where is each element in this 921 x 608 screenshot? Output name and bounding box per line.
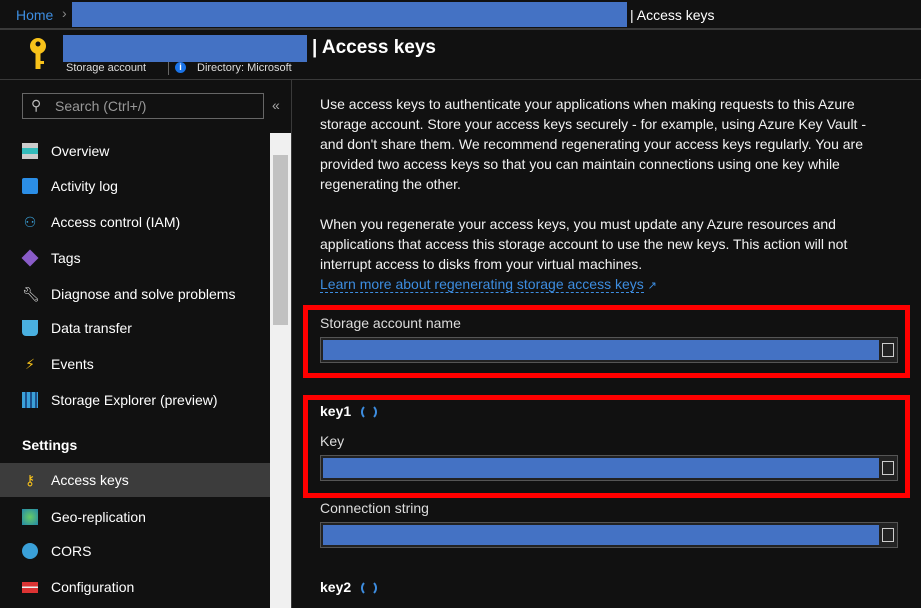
breadcrumb-current: | Access keys bbox=[630, 7, 715, 23]
storage-explorer-icon bbox=[22, 392, 38, 408]
search-placeholder: Search (Ctrl+/) bbox=[55, 98, 147, 114]
sidebar-item-label: Diagnose and solve problems bbox=[51, 286, 236, 302]
breadcrumb-bar: Home › | Access keys bbox=[0, 0, 921, 30]
connection-string-label: Connection string bbox=[320, 500, 429, 516]
redacted-value bbox=[323, 458, 879, 478]
key2-heading: key2 bbox=[320, 579, 378, 597]
divider bbox=[168, 62, 169, 75]
regenerate-key2-icon[interactable] bbox=[361, 580, 378, 597]
key1-heading: key1 bbox=[320, 403, 378, 421]
sidebar-item-label: Configuration bbox=[51, 579, 135, 595]
redacted-value bbox=[323, 525, 879, 545]
sidebar-item-diagnose[interactable]: 🔧︎ Diagnose and solve problems bbox=[0, 277, 270, 311]
wrench-icon: 🔧︎ bbox=[22, 286, 40, 302]
sidebar-item-label: CORS bbox=[51, 543, 92, 559]
storage-account-name-field[interactable] bbox=[320, 337, 898, 363]
description-paragraph: When you regenerate your access keys, yo… bbox=[320, 216, 848, 272]
search-icon: ⚲ bbox=[31, 97, 42, 113]
copy-icon[interactable] bbox=[882, 528, 894, 542]
sidebar-item-label: Data transfer bbox=[51, 320, 132, 336]
scrollbar-thumb[interactable] bbox=[273, 155, 288, 325]
sidebar-item-access-control[interactable]: ⚇ Access control (IAM) bbox=[0, 205, 270, 239]
page-title: | Access keys bbox=[312, 37, 436, 58]
resource-type: Storage account bbox=[66, 62, 147, 74]
copy-icon[interactable] bbox=[882, 461, 894, 475]
globe-icon bbox=[22, 509, 38, 525]
overview-icon bbox=[22, 143, 38, 159]
storage-account-name-label: Storage account name bbox=[320, 315, 461, 331]
collapse-sidebar-button[interactable]: « bbox=[272, 97, 280, 113]
redacted-account-name bbox=[63, 35, 307, 62]
connection-string-field[interactable] bbox=[320, 522, 898, 548]
key1-label: key1 bbox=[320, 403, 352, 419]
configuration-icon bbox=[22, 581, 38, 593]
sidebar-item-label: Activity log bbox=[51, 178, 118, 194]
sidebar-item-label: Access control (IAM) bbox=[51, 214, 181, 230]
regenerate-key1-icon[interactable] bbox=[361, 404, 378, 421]
highlight-box bbox=[303, 395, 910, 498]
key2-label: key2 bbox=[320, 579, 352, 595]
divider bbox=[291, 80, 292, 608]
directory: Directory: Microsoft bbox=[197, 62, 292, 74]
sidebar-item-cors[interactable]: CORS bbox=[0, 534, 270, 568]
lightning-icon: ⚡︎ bbox=[25, 356, 35, 372]
sidebar-item-label: Events bbox=[51, 356, 94, 372]
sidebar-item-data-transfer[interactable]: Data transfer bbox=[0, 311, 270, 345]
sidebar-item-overview[interactable]: Overview bbox=[0, 134, 270, 168]
sidebar-item-access-keys[interactable]: ⚷ Access keys bbox=[0, 463, 270, 497]
key-icon bbox=[30, 38, 46, 69]
sidebar-item-events[interactable]: ⚡︎ Events bbox=[0, 347, 270, 381]
divider bbox=[0, 79, 921, 80]
redacted-value bbox=[323, 340, 879, 360]
breadcrumb-chevron-icon: › bbox=[62, 5, 67, 21]
search-input[interactable]: ⚲ Search (Ctrl+/) bbox=[22, 93, 264, 119]
sidebar-item-geo-replication[interactable]: Geo-replication bbox=[0, 500, 270, 534]
info-icon[interactable]: i bbox=[175, 62, 186, 73]
description-paragraph: Use access keys to authenticate your app… bbox=[320, 96, 866, 192]
sidebar-item-label: Overview bbox=[51, 143, 110, 159]
activity-log-icon bbox=[22, 178, 38, 194]
sidebar-item-tags[interactable]: Tags bbox=[0, 241, 270, 275]
sidebar-item-storage-explorer[interactable]: Storage Explorer (preview) bbox=[0, 383, 270, 417]
key-icon: ⚷ bbox=[24, 472, 36, 488]
sidebar-item-label: Geo-replication bbox=[51, 509, 146, 525]
sidebar-item-configuration[interactable]: Configuration bbox=[0, 570, 270, 604]
key1-field[interactable] bbox=[320, 455, 898, 481]
data-transfer-icon bbox=[22, 320, 38, 336]
sidebar-item-label: Tags bbox=[51, 250, 81, 266]
breadcrumb-home[interactable]: Home bbox=[16, 7, 53, 23]
people-icon: ⚇ bbox=[23, 214, 37, 230]
sidebar-item-label: Access keys bbox=[51, 472, 129, 488]
copy-icon[interactable] bbox=[882, 343, 894, 357]
sidebar-item-label: Storage Explorer (preview) bbox=[51, 392, 218, 408]
section-settings: Settings bbox=[22, 437, 78, 453]
key-label: Key bbox=[320, 433, 345, 449]
sidebar-item-activity-log[interactable]: Activity log bbox=[0, 169, 270, 203]
external-link-icon: ↗ bbox=[647, 280, 657, 292]
learn-more-link[interactable]: Learn more about regenerating storage ac… bbox=[320, 276, 644, 293]
redacted-resource-name bbox=[72, 2, 627, 27]
cors-icon bbox=[22, 543, 38, 559]
description: Use access keys to authenticate your app… bbox=[320, 94, 880, 296]
tag-icon bbox=[21, 249, 39, 267]
